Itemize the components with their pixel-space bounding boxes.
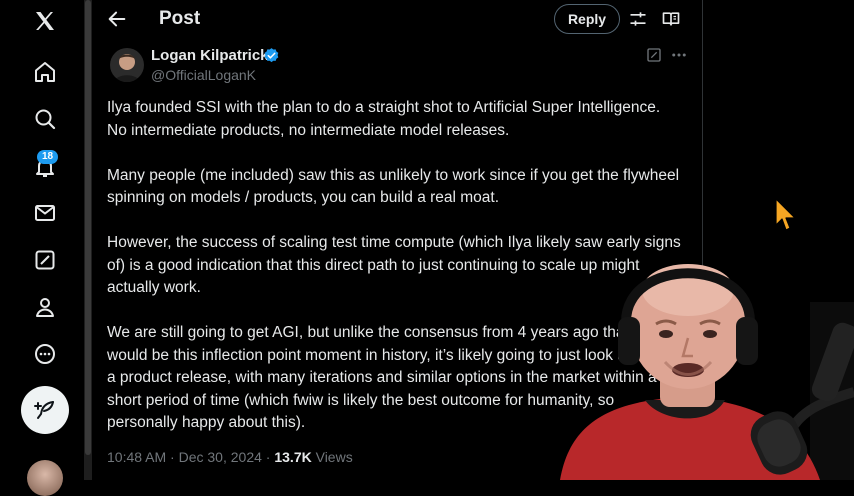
post-date[interactable]: Dec 30, 2024	[179, 449, 262, 465]
back-arrow-icon[interactable]	[106, 8, 128, 30]
more-circle-icon[interactable]	[30, 339, 60, 369]
profile-icon[interactable]	[30, 292, 60, 322]
webcam-presenter-image	[560, 262, 854, 480]
page-title: Post	[159, 8, 201, 29]
author-avatar[interactable]	[110, 48, 144, 82]
search-icon[interactable]	[30, 104, 60, 134]
reply-button[interactable]: Reply	[554, 4, 620, 34]
home-icon[interactable]	[30, 57, 60, 87]
x-logo-icon[interactable]	[30, 6, 60, 36]
grok-explain-icon[interactable]	[646, 47, 662, 63]
mouse-cursor-icon	[774, 197, 798, 233]
post-paragraph: Many people (me included) saw this as un…	[107, 166, 680, 207]
meta-separator: ·	[170, 449, 179, 465]
grok-icon[interactable]	[30, 245, 60, 275]
filter-sliders-icon[interactable]	[628, 9, 648, 29]
account-avatar[interactable]	[27, 460, 63, 496]
post-metadata: 10:48 AM · Dec 30, 2024 · 13.7K Views	[107, 449, 353, 465]
post-time[interactable]: 10:48 AM	[107, 449, 166, 465]
author-name[interactable]: Logan Kilpatrick	[151, 47, 269, 64]
feather-plus-icon	[34, 401, 54, 419]
post-paragraph: Ilya founded SSI with the plan to do a s…	[107, 99, 661, 139]
views-label: Views	[315, 449, 353, 465]
compose-post-button[interactable]	[21, 386, 69, 434]
more-options-icon[interactable]	[670, 47, 688, 63]
author-handle[interactable]: @OfficialLoganK	[151, 67, 256, 83]
views-count: 13.7K	[274, 449, 312, 465]
mail-icon[interactable]	[30, 198, 60, 228]
scrollbar-thumb[interactable]	[85, 0, 91, 455]
verified-badge-icon	[263, 47, 280, 64]
notifications-badge: 18	[37, 150, 59, 164]
reader-view-icon[interactable]	[661, 9, 681, 29]
